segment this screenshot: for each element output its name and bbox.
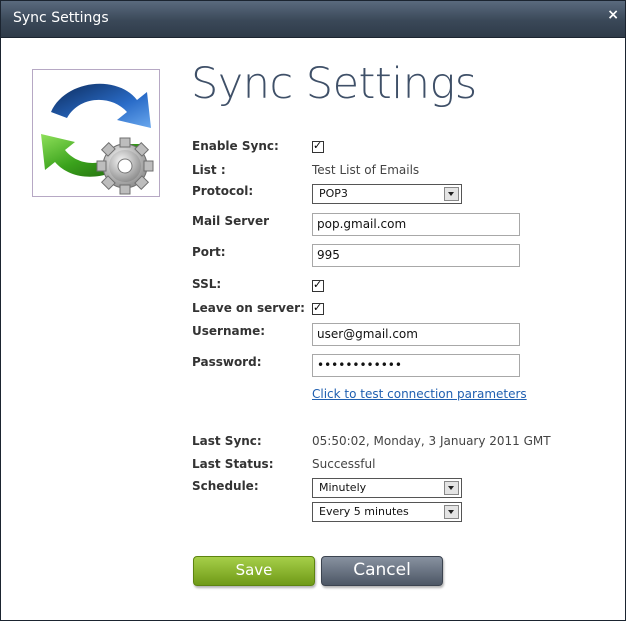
enable-sync-label: Enable Sync: (192, 139, 279, 153)
chevron-down-icon[interactable] (444, 187, 459, 201)
page-title: Sync Settings (191, 59, 477, 109)
username-input[interactable]: user@gmail.com (312, 323, 520, 346)
port-input[interactable]: 995 (312, 244, 520, 267)
title-bar[interactable]: Sync Settings × (1, 1, 625, 38)
schedule-label: Schedule: (192, 479, 259, 493)
interval-selected-value: Every 5 minutes (319, 505, 409, 518)
test-connection-link[interactable]: Click to test connection parameters (312, 387, 527, 401)
last-status-label: Last Status: (192, 457, 274, 471)
schedule-select[interactable]: Minutely (312, 478, 462, 498)
chevron-down-icon[interactable] (444, 481, 459, 495)
last-sync-value: 05:50:02, Monday, 3 January 2011 GMT (312, 434, 551, 448)
list-label: List : (192, 163, 226, 177)
schedule-selected-value: Minutely (319, 481, 367, 494)
leave-on-server-checkbox[interactable] (312, 301, 324, 315)
protocol-select[interactable]: POP3 (312, 184, 462, 204)
username-label: Username: (192, 324, 266, 338)
password-label: Password: (192, 355, 262, 369)
mail-server-input[interactable]: pop.gmail.com (312, 213, 520, 236)
protocol-selected-value: POP3 (319, 187, 348, 200)
leave-on-server-label: Leave on server: (192, 301, 305, 315)
interval-select[interactable]: Every 5 minutes (312, 502, 462, 522)
chevron-down-icon[interactable] (444, 505, 459, 519)
window-title: Sync Settings (13, 10, 109, 26)
sync-gear-icon (32, 69, 160, 197)
list-value: Test List of Emails (312, 163, 420, 177)
save-button[interactable]: Save (193, 556, 315, 586)
enable-sync-checkbox[interactable] (312, 139, 324, 153)
last-status-value: Successful (312, 457, 376, 471)
last-sync-label: Last Sync: (192, 434, 262, 448)
close-icon[interactable]: × (607, 7, 619, 23)
cancel-button[interactable]: Cancel (321, 556, 443, 586)
ssl-label: SSL: (192, 277, 222, 291)
password-input[interactable]: •••••••••••• (312, 354, 520, 377)
mail-server-label: Mail Server (192, 214, 270, 228)
ssl-checkbox[interactable] (312, 278, 324, 292)
protocol-label: Protocol: (192, 184, 254, 198)
port-label: Port: (192, 245, 226, 259)
sync-settings-dialog: Sync Settings × Sync Settings Enable Syn… (0, 0, 626, 621)
